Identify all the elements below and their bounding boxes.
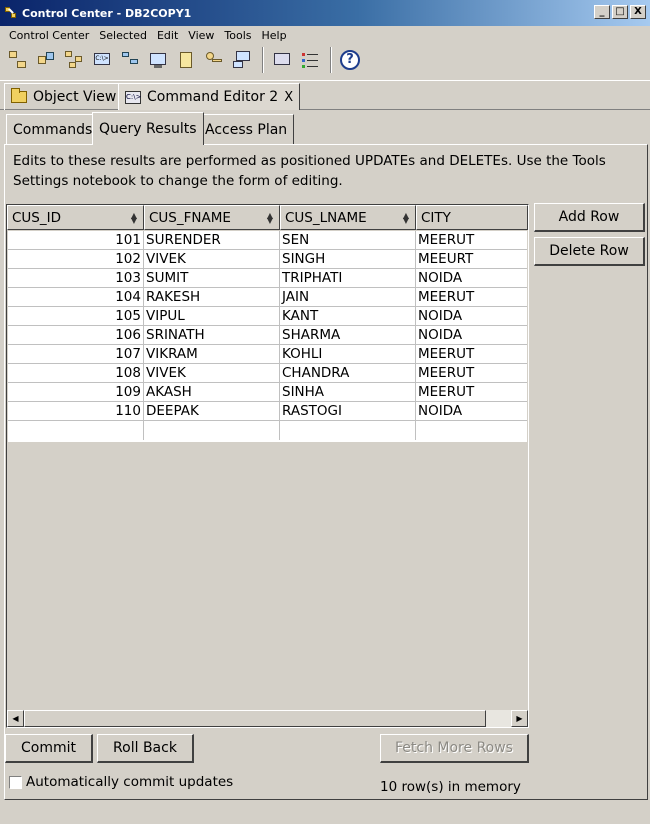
tab-commands[interactable]: Commands bbox=[6, 114, 100, 144]
title-bar: Control Center - DB2COPY1 _ □ X bbox=[0, 0, 650, 26]
toolbar: C:\> ? bbox=[0, 44, 650, 76]
column-header-cus-id[interactable]: CUS_ID ▲ ▼ bbox=[7, 205, 144, 230]
edit-note: Edits to these results are performed as … bbox=[13, 153, 606, 189]
scroll-thumb[interactable] bbox=[24, 710, 486, 727]
table-row[interactable]: 109 AKASH SINHA MEERUT bbox=[8, 383, 527, 402]
refresh-tree-icon[interactable] bbox=[36, 50, 56, 70]
menu-tools[interactable]: Tools bbox=[219, 29, 256, 42]
tab-access-plan[interactable]: Access Plan bbox=[198, 114, 295, 144]
journal-icon[interactable] bbox=[176, 50, 196, 70]
menu-view[interactable]: View bbox=[183, 29, 219, 42]
command-editor-icon: C:\> bbox=[125, 90, 141, 104]
commit-button[interactable]: Commit bbox=[5, 734, 93, 763]
view-tab-bar: Object View C:\> Command Editor 2 X bbox=[0, 80, 650, 110]
tasks-icon[interactable] bbox=[272, 50, 292, 70]
table-row[interactable]: 101 SURENDER SEN MEERUT bbox=[8, 231, 527, 250]
grid-body: 101 SURENDER SEN MEERUT 102 VIVEK SINGH MEEURT… bbox=[8, 231, 527, 442]
hierarchy-icon[interactable] bbox=[120, 50, 140, 70]
minimize-button[interactable]: _ bbox=[594, 5, 610, 19]
table-row[interactable]: 104 RAKESH JAIN MEERUT bbox=[8, 288, 527, 307]
monitor-icon[interactable] bbox=[148, 50, 168, 70]
column-header-cus-lname[interactable]: CUS_LNAME ▲ ▼ bbox=[280, 205, 416, 230]
column-header-city[interactable]: CITY bbox=[416, 205, 528, 230]
table-row[interactable]: 108 VIVEK CHANDRA MEERUT bbox=[8, 364, 527, 383]
horizontal-scrollbar[interactable]: ◀ ▶ bbox=[7, 710, 528, 727]
list-icon[interactable] bbox=[300, 50, 320, 70]
table-row[interactable]: 110 DEEPAK RASTOGI NOIDA bbox=[8, 402, 527, 421]
menu-selected[interactable]: Selected bbox=[94, 29, 152, 42]
toolbar-separator bbox=[260, 47, 266, 73]
table-row[interactable]: 105 VIPUL KANT NOIDA bbox=[8, 307, 527, 326]
network-icon[interactable] bbox=[232, 50, 252, 70]
results-grid[interactable]: CUS_ID ▲ ▼ CUS_FNAME ▲ ▼ CUS_LNAME ▲ ▼ CITY 10… bbox=[6, 204, 529, 728]
folder-icon bbox=[11, 88, 27, 103]
sort-icon[interactable]: ▲ ▼ bbox=[403, 211, 409, 224]
control-center-icon bbox=[4, 5, 20, 21]
table-row[interactable]: 102 VIVEK SINGH MEEURT bbox=[8, 250, 527, 269]
menu-help[interactable]: Help bbox=[257, 29, 292, 42]
toolbar-separator bbox=[328, 47, 334, 73]
column-header-cus-fname[interactable]: CUS_FNAME ▲ ▼ bbox=[144, 205, 280, 230]
tab-object-view[interactable]: Object View bbox=[4, 83, 124, 110]
scroll-left-icon[interactable]: ◀ bbox=[7, 710, 24, 727]
table-row[interactable]: 107 VIKRAM KOHLI MEERUT bbox=[8, 345, 527, 364]
menu-edit[interactable]: Edit bbox=[152, 29, 183, 42]
object-tree-icon[interactable] bbox=[8, 50, 28, 70]
close-button[interactable]: X bbox=[630, 5, 646, 19]
delete-row-button[interactable]: Delete Row bbox=[534, 237, 645, 266]
fetch-more-rows-button[interactable]: Fetch More Rows bbox=[380, 734, 529, 763]
command-editor-icon[interactable]: C:\> bbox=[92, 50, 112, 70]
rows-in-memory-status: 10 row(s) in memory bbox=[380, 779, 521, 795]
tab-query-results[interactable]: Query Results bbox=[92, 112, 204, 145]
window-title: Control Center - DB2COPY1 bbox=[22, 6, 192, 20]
auto-commit-label: Automatically commit updates bbox=[26, 774, 234, 790]
tab-command-editor-label: Command Editor 2 bbox=[147, 89, 279, 105]
tab-command-editor[interactable]: C:\> Command Editor 2 X bbox=[118, 83, 301, 110]
rollback-button[interactable]: Roll Back bbox=[97, 734, 194, 763]
table-row[interactable]: 106 SRINATH SHARMA NOIDA bbox=[8, 326, 527, 345]
close-tab-icon[interactable]: X bbox=[284, 90, 293, 105]
menu-bar: Control Center Selected Edit View Tools … bbox=[0, 26, 650, 44]
grid-header: CUS_ID ▲ ▼ CUS_FNAME ▲ ▼ CUS_LNAME ▲ ▼ CITY bbox=[7, 205, 528, 230]
scroll-right-icon[interactable]: ▶ bbox=[511, 710, 528, 727]
tab-object-view-label: Object View bbox=[33, 89, 117, 105]
maximize-button[interactable]: □ bbox=[612, 5, 628, 19]
sort-icon[interactable]: ▲ ▼ bbox=[267, 211, 273, 224]
help-icon[interactable]: ? bbox=[340, 50, 360, 70]
key-icon[interactable] bbox=[204, 50, 224, 70]
table-row-empty[interactable] bbox=[8, 421, 527, 440]
command-prompt-glyph: C:\> bbox=[94, 53, 110, 65]
tree-nodes-icon[interactable] bbox=[64, 50, 84, 70]
auto-commit-checkbox[interactable] bbox=[9, 776, 22, 789]
add-row-button[interactable]: Add Row bbox=[534, 203, 645, 232]
sort-icon[interactable]: ▲ ▼ bbox=[131, 211, 137, 224]
menu-control-center[interactable]: Control Center bbox=[4, 29, 94, 42]
table-row[interactable]: 103 SUMIT TRIPHATI NOIDA bbox=[8, 269, 527, 288]
